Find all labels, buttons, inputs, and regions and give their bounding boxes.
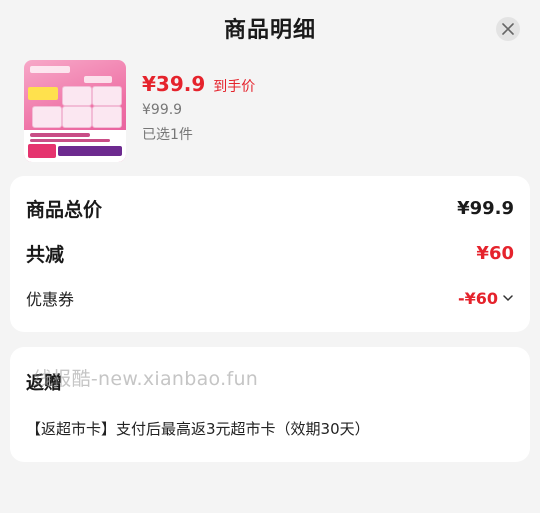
discount-row: 共减 ¥60 xyxy=(26,240,514,267)
coupon-label: 优惠券 xyxy=(26,290,75,309)
rebate-text: 【返超市卡】支付后最高返3元超市卡（效期30天） xyxy=(26,420,370,438)
price-tag: 到手价 xyxy=(213,79,256,95)
discount-label: 共减 xyxy=(26,244,65,266)
total-value: ¥99.9 xyxy=(457,198,514,219)
header: 商品明细 xyxy=(0,0,540,56)
selected-count: 已选1件 xyxy=(142,127,193,143)
product-info: ¥39.9 到手价 ¥99.9 已选1件 xyxy=(24,60,524,164)
coupon-row[interactable]: 优惠券 -¥60 xyxy=(26,286,514,310)
total-label: 商品总价 xyxy=(26,199,103,221)
price-summary-card: 商品总价 ¥99.9 共减 ¥60 优惠券 -¥60 xyxy=(10,176,530,332)
total-row: 商品总价 ¥99.9 xyxy=(26,195,514,222)
chevron-down-icon xyxy=(503,295,513,302)
coupon-selector[interactable]: -¥60 xyxy=(458,289,514,308)
close-button[interactable] xyxy=(496,17,520,41)
page-title: 商品明细 xyxy=(223,18,316,43)
discount-value: ¥60 xyxy=(476,243,514,264)
watermark: 线报酷-new.xianbao.fun xyxy=(33,368,259,390)
product-image xyxy=(24,60,126,162)
close-icon xyxy=(502,23,514,35)
price-now: ¥39.9 xyxy=(142,72,206,96)
coupon-value: -¥60 xyxy=(457,288,498,308)
price-original: ¥99.9 xyxy=(142,102,183,118)
